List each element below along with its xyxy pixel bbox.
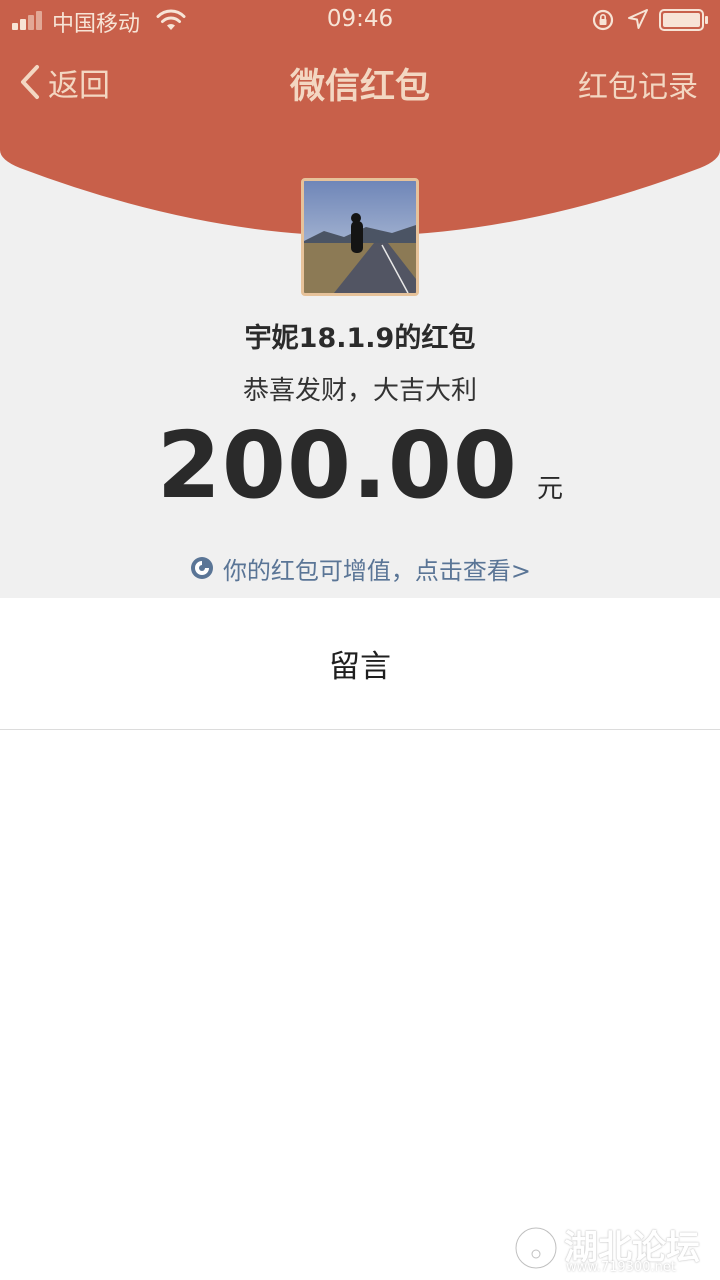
watermark-url: www.719300.net	[566, 1260, 676, 1275]
amount-unit: 元	[537, 474, 564, 504]
amount-display: 200.00 元	[0, 412, 720, 522]
amount-value: 200.00	[156, 412, 518, 519]
rotation-lock-icon	[592, 9, 614, 31]
leave-message-label: 留言	[329, 649, 391, 685]
forum-logo-icon	[514, 1226, 558, 1270]
forum-watermark: 湖北论坛 www.719300.net	[508, 1218, 718, 1278]
packet-record-button[interactable]: 红包记录	[578, 62, 698, 106]
battery-icon	[659, 9, 708, 31]
blessing-text: 恭喜发财，大吉大利	[242, 376, 477, 406]
status-bar: 中国移动 09:46	[0, 0, 720, 40]
value-added-text: 你的红包可增值，点击查看>	[222, 556, 532, 585]
sender-title: 宇妮18.1.9的红包	[244, 323, 476, 354]
coin-icon	[190, 557, 213, 579]
location-arrow-icon	[628, 9, 648, 29]
value-added-link[interactable]: 你的红包可增值，点击查看>	[0, 550, 720, 586]
leave-message-button[interactable]: 留言	[0, 598, 720, 730]
sender-avatar[interactable]	[301, 178, 419, 296]
